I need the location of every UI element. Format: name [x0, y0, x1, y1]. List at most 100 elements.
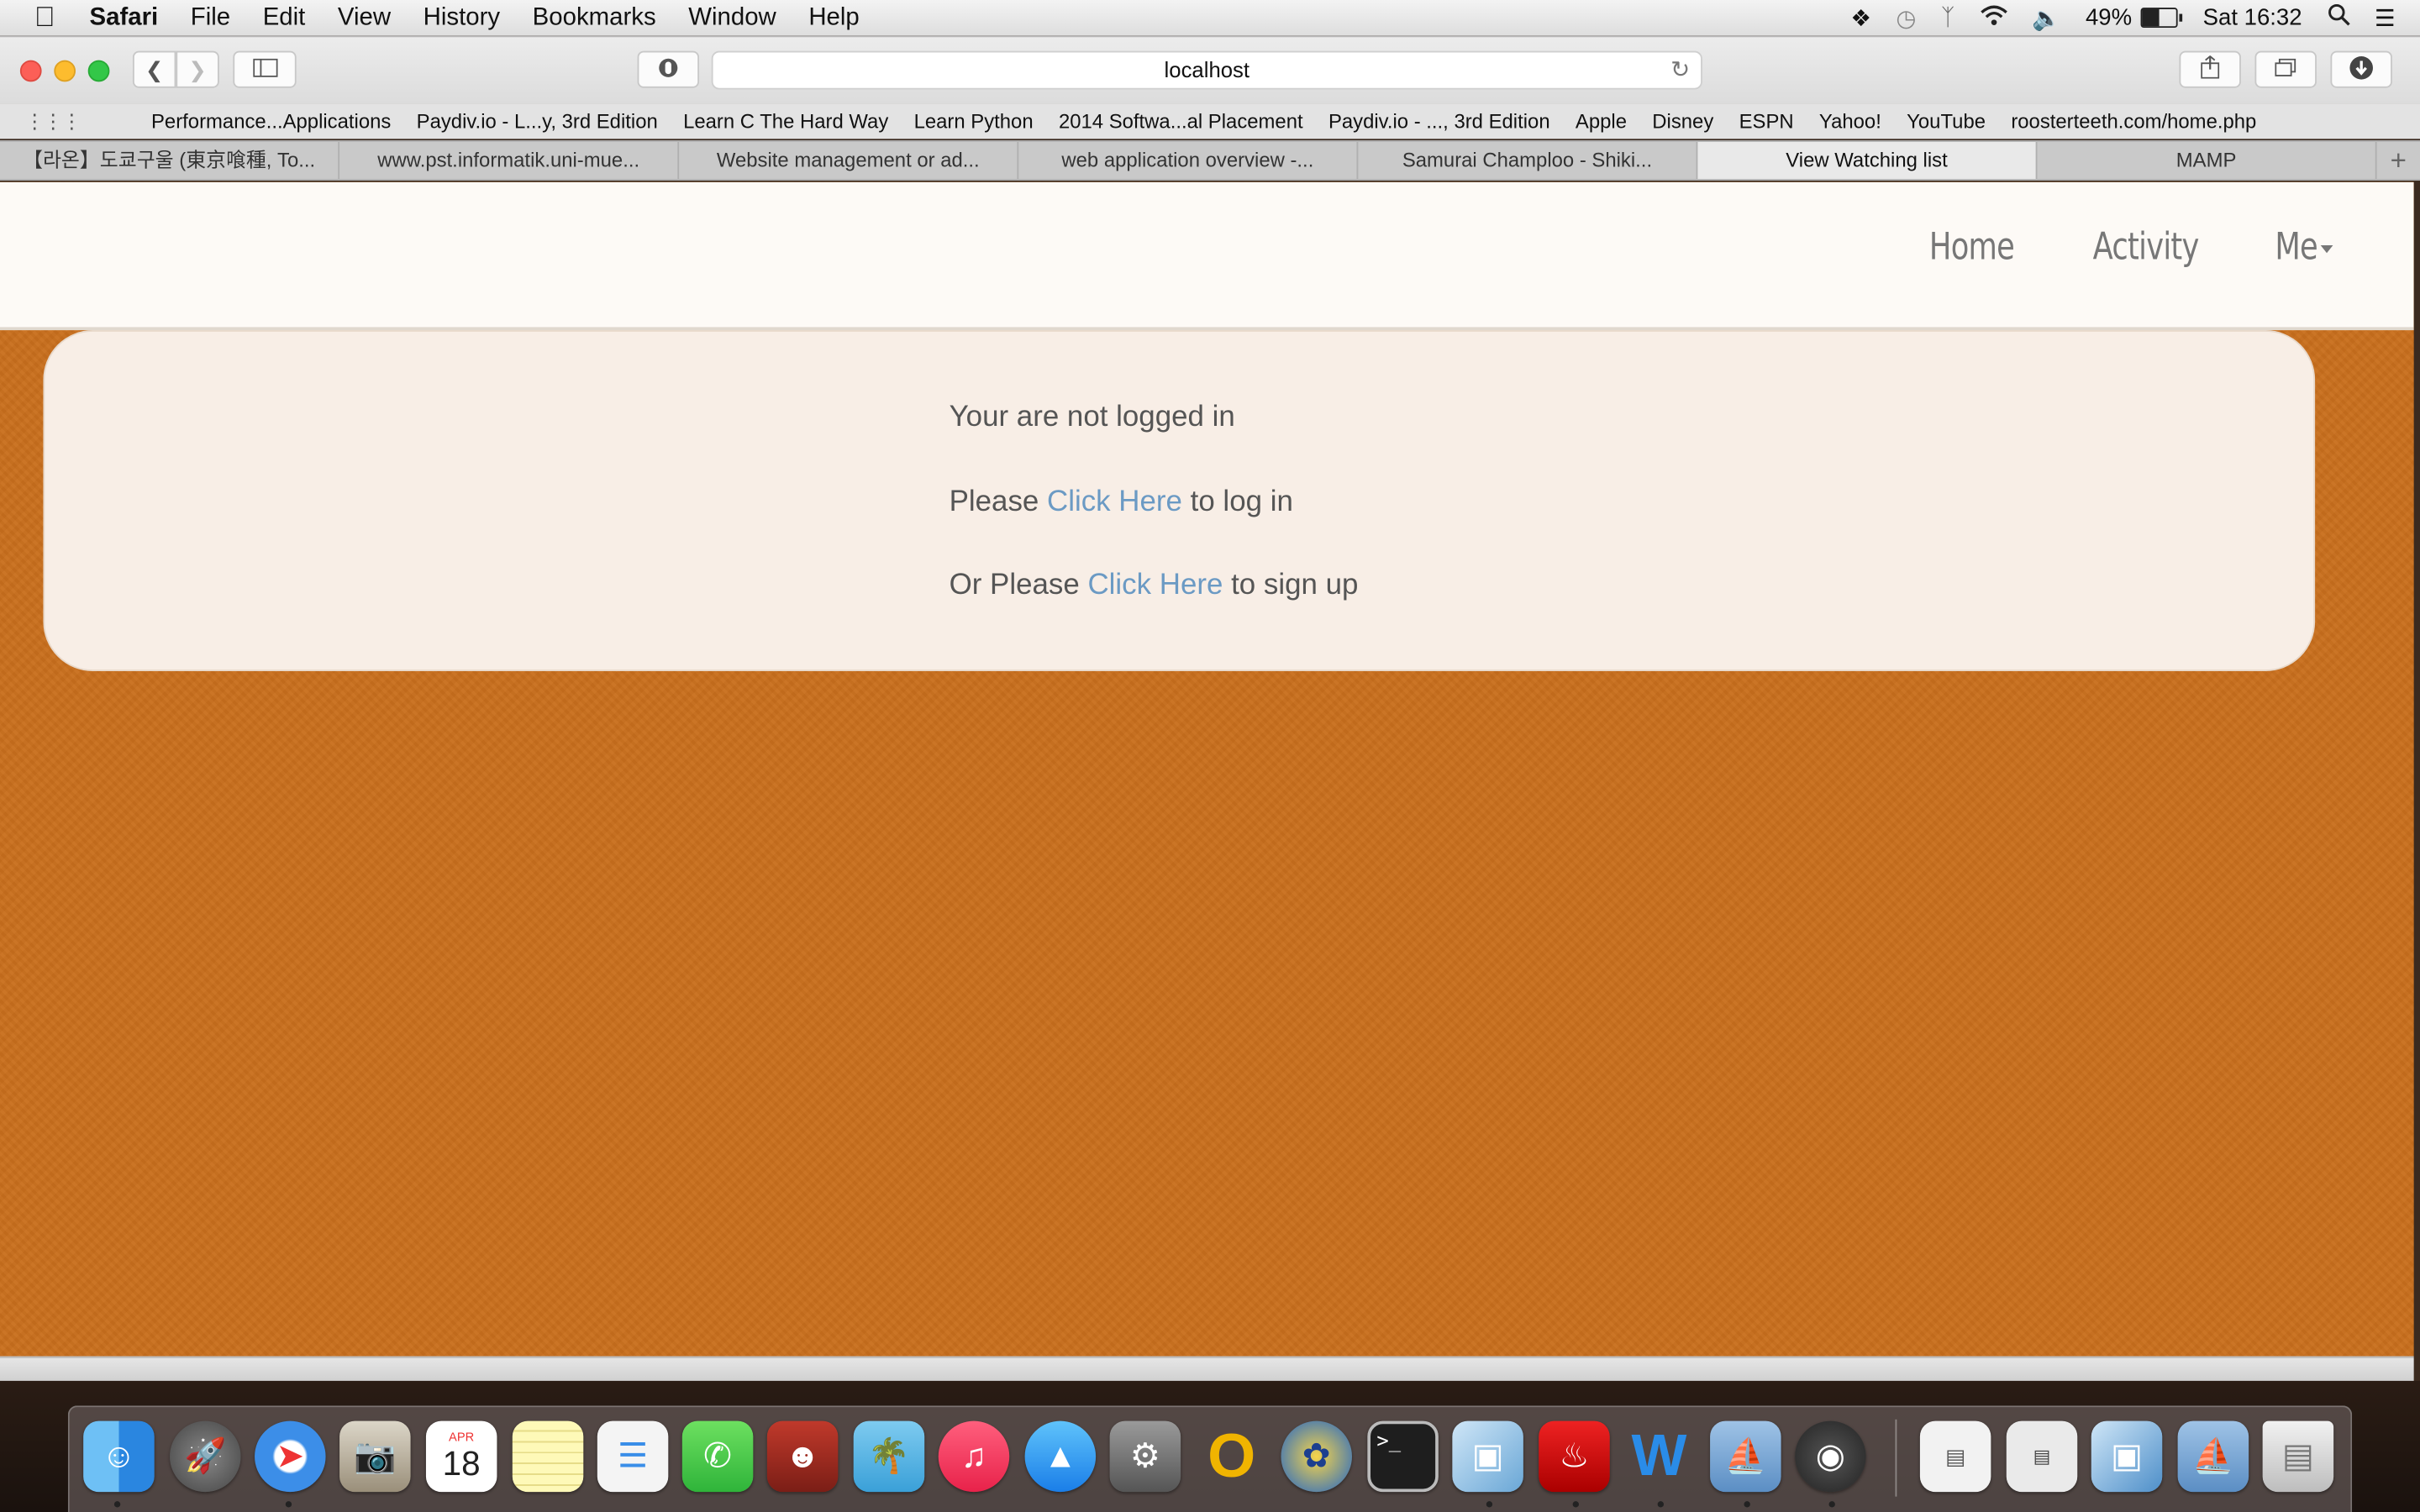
menu-history[interactable]: History [424, 4, 500, 32]
volume-icon[interactable]: 🔈 [2032, 4, 2060, 32]
bookmark-item[interactable]: Apple [1576, 109, 1627, 133]
menu-edit[interactable]: Edit [263, 4, 306, 32]
close-window-button[interactable] [19, 60, 42, 82]
photo-booth-icon[interactable]: ☻ [766, 1420, 839, 1493]
wifi-icon[interactable] [1980, 4, 2007, 32]
login-message-panel: Your are not logged in Please Click Here… [43, 330, 2316, 671]
browser-tab-active[interactable]: View Watching list [1697, 141, 2038, 180]
safari-icon[interactable]: ➤ [255, 1420, 326, 1493]
signup-link[interactable]: Click Here [1087, 570, 1223, 602]
forward-button[interactable]: ❯ [176, 50, 219, 88]
top-sites-grid-icon[interactable]: ⋮⋮⋮ [0, 108, 151, 133]
terminal-icon[interactable]: >_ [1367, 1420, 1439, 1493]
bookmark-item[interactable]: Yahoo! [1819, 109, 1881, 133]
sidebar-button[interactable] [233, 50, 297, 88]
word-icon[interactable]: W [1623, 1421, 1694, 1492]
documents-stack-icon[interactable]: ▤ [1919, 1420, 1991, 1493]
chevron-right-icon: ❯ [188, 56, 207, 81]
back-button[interactable]: ❮ [132, 50, 176, 88]
shield-button[interactable] [637, 50, 700, 88]
opera-icon[interactable]: O [1196, 1421, 1266, 1492]
mamp-icon[interactable]: ◉ [1795, 1420, 1866, 1493]
apple-menu-icon[interactable]:  [0, 2, 90, 34]
bluetooth-icon[interactable]: ᛉ [1941, 5, 1955, 31]
zoom-window-button[interactable] [87, 60, 110, 82]
battery-icon[interactable] [2141, 8, 2183, 29]
battery-percent[interactable]: 49% [2086, 5, 2132, 31]
bookmark-item[interactable]: ESPN [1739, 109, 1794, 133]
nav-home-link[interactable]: Home [1929, 225, 2015, 268]
dropbox-icon[interactable]: ❖ [1850, 4, 1871, 32]
preview-icon[interactable]: 📷 [339, 1420, 411, 1493]
time-machine-icon[interactable]: ◷ [1896, 4, 1916, 32]
calendar-icon[interactable]: APR 18 [425, 1420, 497, 1493]
reminders-icon[interactable]: ☰ [597, 1420, 669, 1493]
virtualbox-icon[interactable]: ▣ [1452, 1420, 1523, 1493]
address-bar[interactable]: localhost ↻ [711, 50, 1702, 90]
reload-icon[interactable]: ↻ [1670, 52, 1690, 87]
minimize-window-button[interactable] [54, 60, 76, 82]
bookmark-item[interactable]: YouTube [1907, 109, 1986, 133]
browser-tab[interactable]: 【라온】도쿄구울 (東京喰種, To... [0, 141, 340, 180]
menu-file[interactable]: File [191, 4, 230, 32]
clock[interactable]: Sat 16:32 [2203, 5, 2302, 31]
new-tab-button[interactable]: + [2377, 142, 2420, 179]
cyberduck-icon[interactable]: ✿ [1281, 1420, 1352, 1493]
app-store-icon[interactable]: ▲ [1024, 1420, 1097, 1493]
browser-tab[interactable]: web application overview -... [1018, 141, 1359, 180]
login-prompt-suffix: to log in [1181, 486, 1293, 519]
bookmark-item[interactable]: roosterteeth.com/home.php [2011, 109, 2256, 133]
sidebar-icon [252, 57, 277, 81]
browser-tab[interactable]: MAMP [2037, 141, 2377, 180]
bookmark-item[interactable]: Learn Python [914, 109, 1034, 133]
menu-help[interactable]: Help [808, 4, 859, 32]
menu-view[interactable]: View [338, 4, 391, 32]
download-icon [2349, 55, 2374, 84]
share-button[interactable] [2179, 50, 2241, 88]
system-preferences-icon[interactable]: ⚙ [1109, 1420, 1181, 1493]
notes-icon[interactable] [512, 1420, 584, 1493]
running-indicator [1572, 1501, 1579, 1508]
web-page: Home Activity Me Your are not logged in … [0, 181, 2414, 1357]
cube-stack-icon[interactable]: ▣ [2091, 1420, 2163, 1493]
tab-bar: 【라온】도쿄구울 (東京喰種, To... www.pst.informatik… [0, 140, 2420, 181]
menu-window[interactable]: Window [688, 4, 776, 32]
launchpad-icon[interactable]: 🚀 [170, 1420, 241, 1493]
menu-bookmarks[interactable]: Bookmarks [533, 4, 656, 32]
browser-tab[interactable]: Samurai Champloo - Shiki... [1358, 141, 1698, 180]
ship-stack-icon[interactable]: ⛵ [2177, 1420, 2249, 1493]
running-indicator [1486, 1501, 1493, 1508]
signup-prompt-suffix: to sign up [1223, 569, 1359, 602]
share-icon [2201, 55, 2220, 83]
bookmark-item[interactable]: Paydiv.io - L...y, 3rd Edition [417, 109, 658, 133]
paper-ship-icon[interactable]: ⛵ [1710, 1420, 1781, 1493]
trash-icon[interactable]: ▤ [2262, 1420, 2334, 1493]
bookmark-item[interactable]: 2014 Softwa...al Placement [1059, 109, 1303, 133]
bookmark-item[interactable]: Performance...Applications [151, 109, 391, 133]
notification-center-icon[interactable]: ☰ [2375, 4, 2396, 32]
bookmark-item[interactable]: Paydiv.io - ..., 3rd Edition [1328, 109, 1550, 133]
iphoto-icon[interactable]: 🌴 [853, 1420, 925, 1493]
mamp-stack-icon[interactable]: ▤ [2006, 1420, 2078, 1493]
nav-me-label: Me [2275, 225, 2318, 269]
nav-me-dropdown[interactable]: Me [2275, 225, 2334, 269]
facetime-icon[interactable]: ✆ [681, 1420, 754, 1493]
bookmark-item[interactable]: Disney [1652, 109, 1713, 133]
finder-icon[interactable]: ☺ [83, 1420, 155, 1493]
nav-activity-link[interactable]: Activity [2093, 225, 2200, 268]
itunes-icon[interactable]: ♫ [938, 1420, 1010, 1493]
login-prompt: Please Click Here to log in [950, 486, 1293, 520]
dock-separator [1895, 1419, 1897, 1497]
browser-tab[interactable]: www.pst.informatik.uni-mue... [339, 141, 680, 180]
tabs-overview-button[interactable] [2254, 50, 2317, 88]
login-link[interactable]: Click Here [1047, 486, 1182, 519]
spotlight-icon[interactable] [2327, 3, 2350, 33]
bookmarks-bar: ⋮⋮⋮ Performance...Applications Paydiv.io… [0, 103, 2420, 139]
menu-app-name[interactable]: Safari [90, 4, 159, 32]
login-prompt-prefix: Please [949, 486, 1047, 519]
browser-tab[interactable]: Website management or ad... [679, 141, 1019, 180]
url-text: localhost [1164, 56, 1250, 82]
bookmark-item[interactable]: Learn C The Hard Way [683, 109, 888, 133]
downloads-button[interactable] [2330, 50, 2392, 88]
acrobat-icon[interactable]: ♨ [1539, 1420, 1610, 1493]
